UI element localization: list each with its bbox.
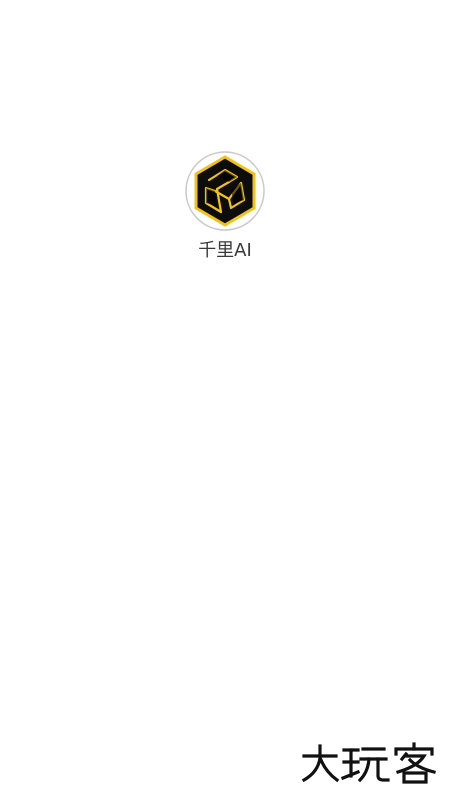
dawanke-brand-mark-icon xyxy=(301,742,436,784)
app-name-label: 千里AI xyxy=(198,240,252,261)
app-logo-icon xyxy=(184,150,266,232)
brand-logo xyxy=(300,742,440,786)
splash-screen: 千里AI xyxy=(0,0,450,800)
